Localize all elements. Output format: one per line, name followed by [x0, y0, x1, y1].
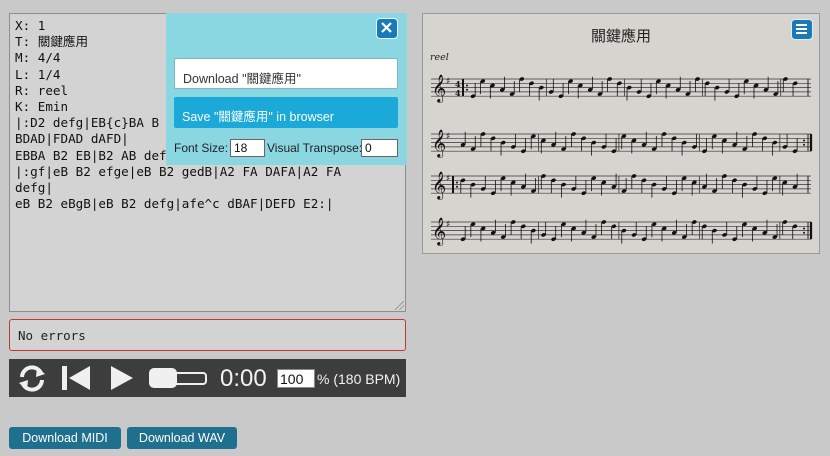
close-icon[interactable] [376, 18, 398, 39]
sheet-music: 𝄞 ♯ 4 4 𝄞 ♯ 𝄞 ♯ 𝄞 ♯ 關鍵應用 reel [422, 13, 820, 254]
editor-line: defg| [15, 179, 53, 195]
svg-text:𝄞: 𝄞 [432, 74, 446, 103]
progress-slider[interactable] [148, 367, 210, 389]
audio-player: 0:00 % (180 BPM) [9, 359, 406, 397]
playback-time: 0:00 [220, 365, 267, 392]
tempo-bpm-label: % (180 BPM) [317, 371, 401, 387]
visual-transpose-label: Visual Transpose: [267, 141, 363, 155]
editor-line: |:gf|eB B2 efge|eB B2 gedB|A2 FA DAFA|A2… [15, 163, 342, 179]
font-size-label: Font Size: [174, 141, 229, 155]
error-text: No errors [18, 328, 86, 343]
restart-icon[interactable] [17, 365, 47, 392]
score-staves: 𝄞 ♯ 44𝄞 ♯𝄞 ♯𝄞 ♯ [431, 74, 813, 246]
font-size-input[interactable] [230, 139, 265, 157]
menu-icon[interactable] [791, 19, 813, 40]
svg-text:♯: ♯ [446, 174, 450, 184]
svg-text:𝄞: 𝄞 [432, 171, 446, 200]
play-icon[interactable] [109, 364, 135, 392]
save-in-browser-label: Save "關鍵應用" in browser [182, 110, 334, 124]
tempo-marking: reel [430, 52, 449, 63]
download-midi-button[interactable]: Download MIDI [9, 427, 121, 449]
download-abc-button[interactable]: Download "關鍵應用" [174, 58, 398, 89]
error-output: No errors [9, 319, 406, 351]
skip-back-icon[interactable] [61, 364, 91, 392]
visual-transpose-input[interactable] [361, 139, 398, 157]
svg-text:𝄞: 𝄞 [432, 129, 446, 158]
resize-handle[interactable] [395, 301, 404, 310]
save-in-browser-button[interactable]: Save "關鍵應用" in browser [174, 97, 398, 128]
download-popup: Download "關鍵應用" Save "關鍵應用" in browser F… [166, 13, 407, 165]
sheet-title: 關鍵應用 [590, 27, 651, 45]
svg-text:♯: ♯ [446, 77, 450, 87]
svg-text:♯: ♯ [446, 220, 450, 230]
svg-text:♯: ♯ [446, 132, 450, 142]
download-wav-button[interactable]: Download WAV [127, 427, 237, 449]
editor-line: eB B2 eBgB|eB B2 defg|afe^c dBAF|DEFD E2… [15, 196, 334, 212]
download-abc-label: Download "關鍵應用" [183, 72, 301, 86]
svg-text:𝄞: 𝄞 [432, 217, 446, 246]
svg-text:4: 4 [455, 88, 461, 98]
tempo-input[interactable] [277, 369, 315, 388]
